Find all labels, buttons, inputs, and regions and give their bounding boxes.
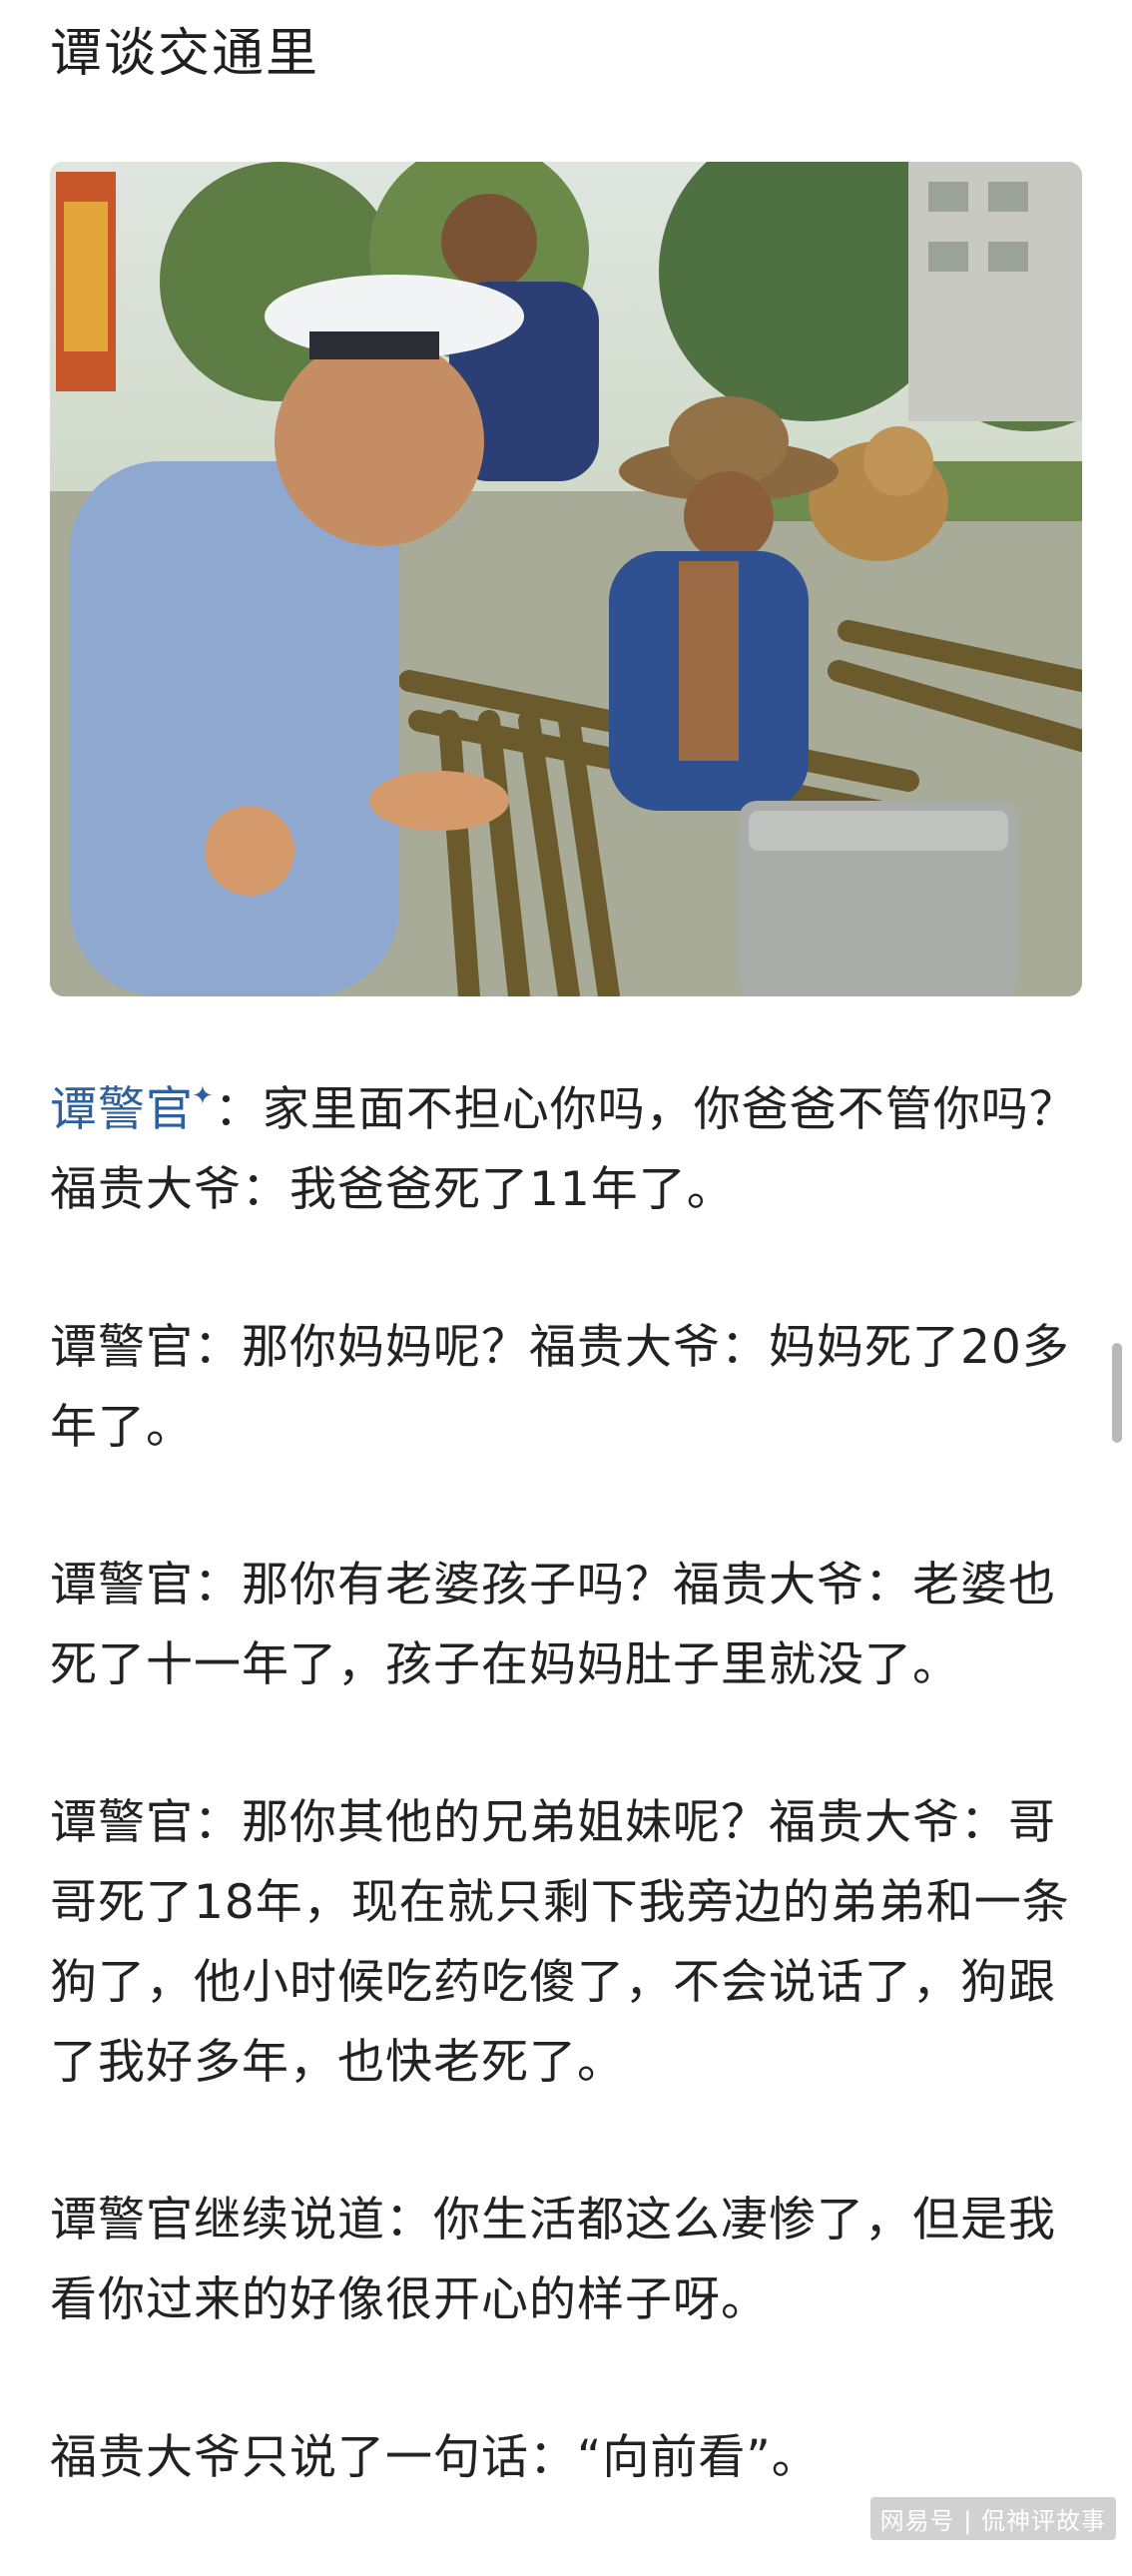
- paragraph: 谭警官：那你妈妈呢？福贵大爷：妈妈死了20多年了。: [50, 1320, 1070, 1455]
- article-body: 谭警官✦：家里面不担心你吗，你爸爸不管你吗？福贵大爷：我爸爸死了11年了。 谭警…: [50, 1070, 1088, 2576]
- paragraph: 福贵大爷只说了一句话：“向前看”。: [50, 2430, 820, 2485]
- paragraph: 谭警官继续说道：你生活都这么凄惨了，但是我看你过来的好像很开心的样子呀。: [50, 2193, 1056, 2327]
- article-photo: [50, 162, 1082, 996]
- paragraph: 谭警官：那你其他的兄弟姐妹呢？福贵大爷：哥哥死了18年，现在就只剩下我旁边的弟弟…: [50, 1795, 1070, 2090]
- scrollbar-thumb[interactable]: [1112, 1343, 1122, 1443]
- sparkle-icon: ✦: [192, 1081, 215, 1111]
- page-title: 谭谈交通里: [50, 24, 320, 84]
- watermark: 网易号 | 侃神评故事: [869, 2497, 1116, 2540]
- user-mention-link[interactable]: 谭警官✦: [50, 1081, 215, 1137]
- paragraph: 谭警官：那你有老婆孩子吗？福贵大爷：老婆也死了十一年了，孩子在妈妈肚子里就没了。: [50, 1558, 1056, 1692]
- paragraph: 谭警官✦：家里面不担心你吗，你爸爸不管你吗？福贵大爷：我爸爸死了11年了。: [50, 1070, 1088, 1230]
